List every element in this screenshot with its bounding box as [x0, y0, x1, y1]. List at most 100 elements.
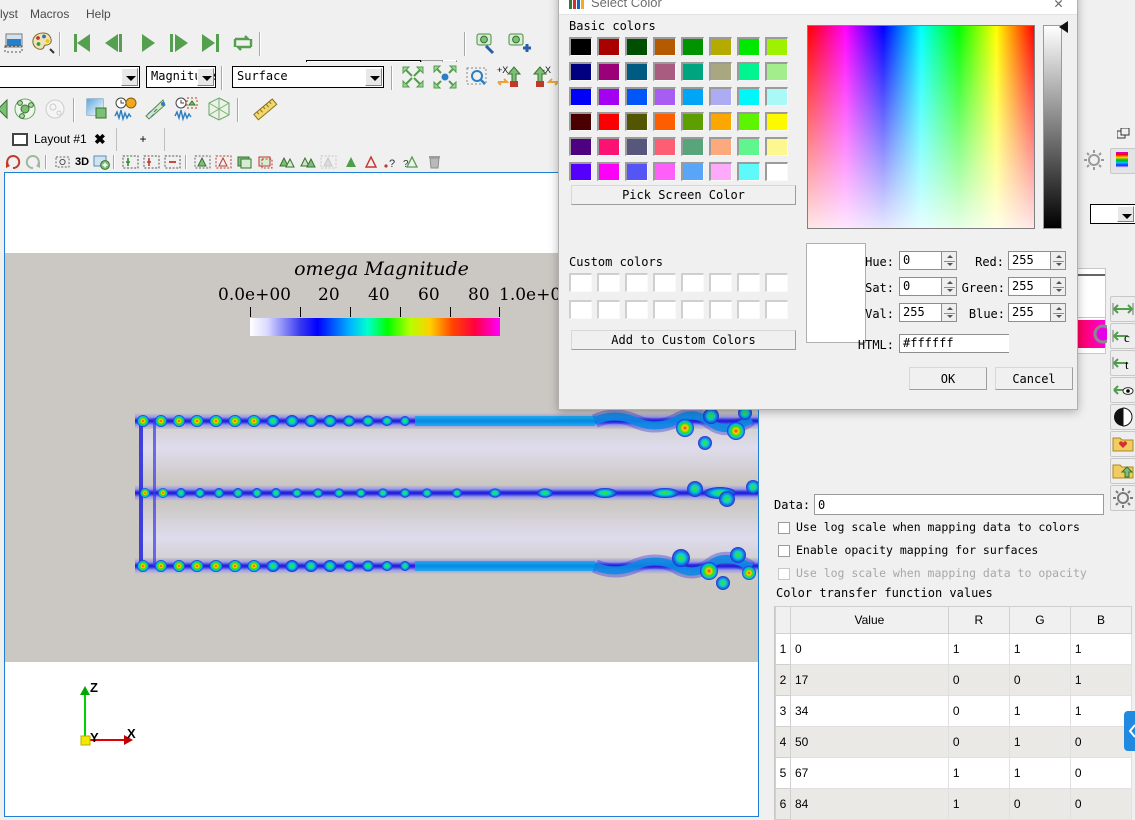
table-cell[interactable]: 0 [1009, 665, 1070, 696]
rescale-visible-icon[interactable] [1110, 377, 1135, 403]
basic-color-swatch[interactable] [709, 112, 732, 131]
undo-camera-icon[interactable] [5, 154, 22, 170]
basic-color-swatch[interactable] [681, 112, 704, 131]
basic-color-swatch[interactable] [709, 62, 732, 81]
basic-color-swatch[interactable] [709, 162, 732, 181]
edit-color-map-palette-icon[interactable] [30, 30, 56, 56]
select-cells-icon[interactable] [194, 154, 211, 170]
custom-color-swatch[interactable] [737, 273, 760, 292]
table-cell[interactable]: 0 [1070, 789, 1131, 820]
plus-x-camera-icon[interactable]: +X [496, 64, 522, 90]
camera-link-icon[interactable] [54, 154, 71, 170]
plot-3d-grid-icon[interactable] [206, 96, 232, 122]
basic-color-swatch[interactable] [737, 137, 760, 156]
sat-input[interactable]: 0 [899, 277, 941, 296]
table-row[interactable]: 450010 [776, 727, 1132, 758]
close-icon[interactable]: ✕ [1054, 0, 1063, 12]
hover-points-icon[interactable] [363, 154, 380, 170]
table-cell[interactable]: 1 [948, 758, 1009, 789]
table-cell[interactable]: 1 [1070, 634, 1131, 665]
basic-color-swatch[interactable] [597, 137, 620, 156]
basic-color-swatch[interactable] [765, 112, 788, 131]
basic-color-swatch[interactable] [653, 62, 676, 81]
chevron-down-icon[interactable] [121, 68, 138, 86]
plot-over-line-icon[interactable] [143, 96, 169, 122]
red-stepper[interactable] [1050, 251, 1066, 270]
select-block-icon[interactable] [278, 154, 295, 170]
basic-color-swatch[interactable] [737, 87, 760, 106]
basic-color-swatch[interactable] [653, 162, 676, 181]
custom-color-swatch[interactable] [737, 300, 760, 319]
table-cell[interactable]: 0 [1070, 758, 1131, 789]
custom-color-swatch[interactable] [765, 300, 788, 319]
table-cell[interactable]: 0 [791, 634, 949, 665]
component-combo[interactable]: Magnitude [146, 66, 216, 88]
invert-transfer-function-icon[interactable] [1110, 404, 1135, 430]
val-input[interactable]: 255 [899, 303, 941, 322]
basic-color-swatch[interactable] [625, 137, 648, 156]
blue-stepper[interactable] [1050, 303, 1066, 322]
basic-color-swatch[interactable] [625, 87, 648, 106]
table-cell[interactable]: 1 [1009, 696, 1070, 727]
ok-button[interactable]: OK [909, 367, 987, 390]
select-cells-through-icon[interactable] [236, 154, 253, 170]
custom-color-swatch[interactable] [709, 300, 732, 319]
saturation-value-picker[interactable] [807, 25, 1035, 229]
split-horizontal-icon[interactable] [122, 154, 139, 170]
capture-view-icon[interactable] [93, 154, 110, 170]
minus-x-camera-icon[interactable]: -X [528, 64, 560, 90]
data-input[interactable] [814, 494, 1104, 515]
split-vertical-icon[interactable] [143, 154, 160, 170]
zoom-to-data-icon[interactable] [432, 64, 458, 90]
edit-settings-icon[interactable] [1110, 485, 1135, 511]
choose-preset-icon[interactable] [1110, 431, 1135, 457]
new-layer-icon[interactable] [84, 96, 110, 122]
basic-color-swatch[interactable] [737, 162, 760, 181]
basic-color-swatch[interactable] [569, 87, 592, 106]
basic-color-swatch[interactable] [681, 137, 704, 156]
basic-color-swatch[interactable] [765, 62, 788, 81]
hue-input[interactable]: 0 [899, 251, 941, 270]
table-cell[interactable]: 1 [1070, 696, 1131, 727]
basic-color-swatch[interactable] [653, 37, 676, 56]
select-block-alt-icon[interactable] [299, 154, 316, 170]
camera-add-icon[interactable] [505, 30, 531, 56]
basic-color-swatch[interactable] [709, 137, 732, 156]
basic-color-swatch[interactable] [625, 162, 648, 181]
column-header-b[interactable]: B [1070, 607, 1131, 634]
preset-thumbnail-button[interactable] [1110, 148, 1135, 174]
table-cell[interactable]: 1 [1070, 665, 1131, 696]
save-to-preset-icon[interactable] [1110, 458, 1135, 484]
checkbox-log-scale-colors[interactable] [778, 522, 790, 534]
basic-color-swatch[interactable] [681, 62, 704, 81]
table-cell[interactable]: 0 [948, 727, 1009, 758]
column-header-g[interactable]: G [1009, 607, 1070, 634]
basic-color-swatch[interactable] [597, 62, 620, 81]
basic-color-swatch[interactable] [597, 37, 620, 56]
green-input[interactable]: 255 [1008, 277, 1050, 296]
filter-group-icon[interactable] [12, 96, 38, 122]
table-cell[interactable]: 1 [1009, 634, 1070, 665]
color-transfer-function-table[interactable]: Value R G B 1011121700133401145001056711… [774, 606, 1132, 820]
custom-color-swatch[interactable] [597, 300, 620, 319]
vcr-last-frame-button[interactable] [198, 30, 224, 56]
basic-color-swatch[interactable] [681, 87, 704, 106]
table-row[interactable]: 217001 [776, 665, 1132, 696]
basic-color-swatch[interactable] [569, 162, 592, 181]
basic-color-swatch[interactable] [765, 137, 788, 156]
custom-color-swatch[interactable] [653, 300, 676, 319]
custom-color-swatch[interactable] [625, 300, 648, 319]
custom-color-swatch[interactable] [709, 273, 732, 292]
table-cell[interactable]: 34 [791, 696, 949, 727]
edit-settings-small-icon[interactable] [1082, 148, 1106, 172]
toggle-3d-button[interactable]: 3D [75, 154, 92, 170]
basic-color-swatch[interactable] [597, 112, 620, 131]
cancel-button[interactable]: Cancel [995, 367, 1073, 390]
split-close-icon[interactable] [164, 154, 181, 170]
chevron-down-icon[interactable] [197, 68, 214, 86]
vcr-next-frame-button[interactable] [166, 30, 192, 56]
color-array-combo[interactable] [0, 66, 140, 88]
table-cell[interactable]: 0 [1009, 789, 1070, 820]
basic-color-swatch[interactable] [681, 37, 704, 56]
menu-item-analyst[interactable]: lyst [0, 7, 18, 21]
